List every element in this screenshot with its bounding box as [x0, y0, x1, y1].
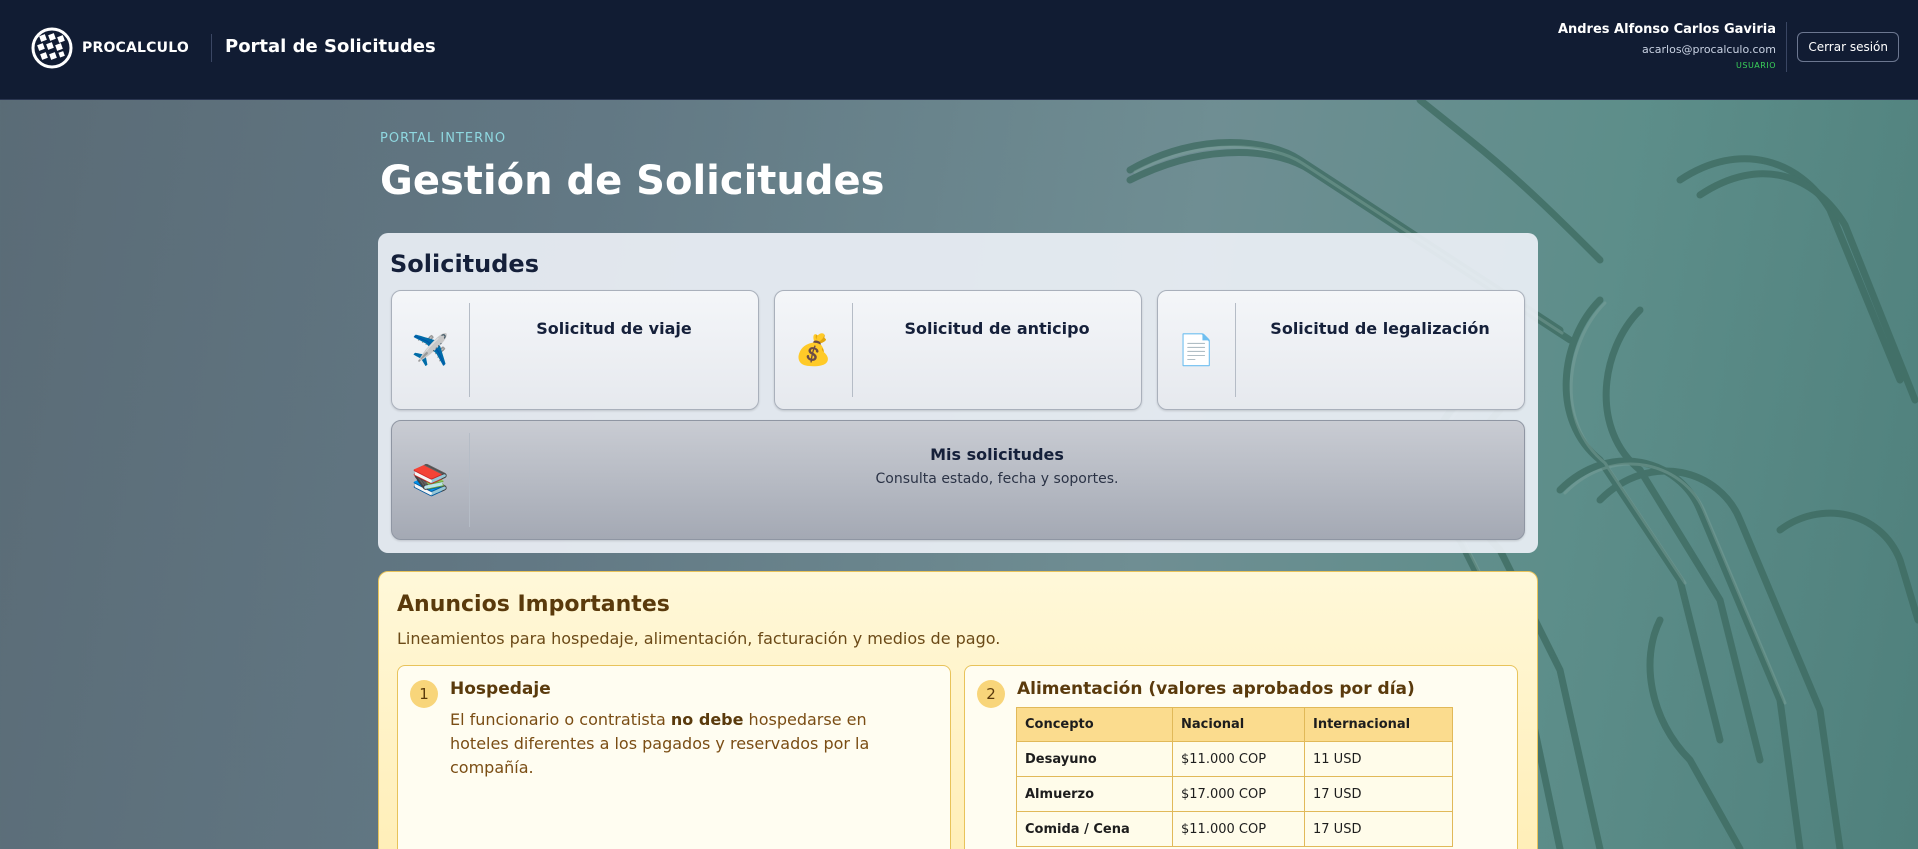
- anuncio-heading: Hospedaje: [450, 679, 551, 699]
- card-label: Solicitud de anticipo: [904, 319, 1090, 338]
- anuncio-alimentacion: 2 Alimentación (valores aprobados por dí…: [964, 665, 1518, 849]
- card-subtitle: Consulta estado, fecha y soportes.: [875, 471, 1119, 487]
- header-divider: [211, 34, 212, 62]
- brand-logo[interactable]: PROCALCULO: [30, 26, 189, 70]
- table-cell: 17 USD: [1304, 811, 1453, 847]
- table-cell: $17.000 COP: [1172, 776, 1305, 812]
- column-header: Nacional: [1172, 707, 1305, 742]
- table-row: Desayuno $11.000 COP 11 USD: [1016, 741, 1453, 777]
- table-cell: 11 USD: [1304, 741, 1453, 777]
- table-row: Comida / Cena $11.000 COP 17 USD: [1016, 811, 1453, 847]
- table-row: Almuerzo $17.000 COP 17 USD: [1016, 776, 1453, 812]
- page-kicker: PORTAL INTERNO: [380, 131, 507, 146]
- money-bag-icon: 💰: [775, 303, 853, 397]
- card-solicitud-legalizacion[interactable]: 📄 Solicitud de legalización: [1157, 290, 1525, 410]
- table-cell: $11.000 COP: [1172, 811, 1305, 847]
- anuncios-panel: Anuncios Importantes Lineamientos para h…: [378, 571, 1538, 849]
- item-number-badge: 1: [410, 680, 438, 708]
- anuncios-title: Anuncios Importantes: [397, 592, 670, 617]
- globe-logo-icon: [31, 27, 73, 69]
- text-part: El funcionario o contratista: [450, 710, 671, 729]
- table-cell: 17 USD: [1304, 776, 1453, 812]
- card-label: Mis solicitudes: [930, 445, 1064, 464]
- books-icon: 📚: [392, 433, 470, 527]
- anuncios-subtitle: Lineamientos para hospedaje, alimentació…: [397, 629, 1001, 648]
- item-number-badge: 2: [977, 680, 1005, 708]
- user-email: acarlos@procalculo.com: [1641, 43, 1776, 56]
- app-title: Portal de Solicitudes: [225, 36, 436, 57]
- table-cell: $11.000 COP: [1172, 741, 1305, 777]
- header-divider-right: [1786, 22, 1787, 72]
- user-name: Andres Alfonso Carlos Gaviria: [1557, 22, 1776, 37]
- anuncio-hospedaje: 1 Hospedaje El funcionario o contratista…: [397, 665, 951, 849]
- card-label: Solicitud de legalización: [1270, 319, 1490, 338]
- column-header: Concepto: [1016, 707, 1173, 742]
- column-header: Internacional: [1304, 707, 1453, 742]
- document-icon: 📄: [1158, 303, 1236, 397]
- card-label: Solicitud de viaje: [536, 319, 692, 338]
- table-cell: Almuerzo: [1016, 776, 1173, 812]
- text-emphasis: no debe: [670, 710, 744, 729]
- brand-name: PROCALCULO: [82, 40, 189, 56]
- meals-table: Concepto Nacional Internacional Desayuno…: [1016, 707, 1453, 847]
- table-cell: Desayuno: [1016, 741, 1173, 777]
- user-info: Andres Alfonso Carlos Gaviria acarlos@pr…: [1558, 22, 1776, 70]
- solicitudes-title: Solicitudes: [390, 250, 539, 278]
- anuncio-text: El funcionario o contratista no debe hos…: [450, 708, 920, 780]
- card-solicitud-anticipo[interactable]: 💰 Solicitud de anticipo: [774, 290, 1142, 410]
- airplane-icon: ✈️: [392, 303, 470, 397]
- card-solicitud-viaje[interactable]: ✈️ Solicitud de viaje: [391, 290, 759, 410]
- anuncio-heading: Alimentación (valores aprobados por día): [1017, 679, 1415, 699]
- logout-button[interactable]: Cerrar sesión: [1797, 32, 1899, 62]
- table-cell: Comida / Cena: [1016, 811, 1173, 847]
- card-mis-solicitudes[interactable]: 📚 Mis solicitudes Consulta estado, fecha…: [391, 420, 1525, 540]
- top-navbar: PROCALCULO Portal de Solicitudes Andres …: [0, 0, 1918, 100]
- page-title: Gestión de Solicitudes: [380, 158, 885, 204]
- user-role-badge: USUARIO: [1736, 61, 1776, 70]
- table-header-row: Concepto Nacional Internacional: [1016, 707, 1453, 742]
- solicitudes-panel: Solicitudes ✈️ Solicitud de viaje 💰 Soli…: [378, 233, 1538, 553]
